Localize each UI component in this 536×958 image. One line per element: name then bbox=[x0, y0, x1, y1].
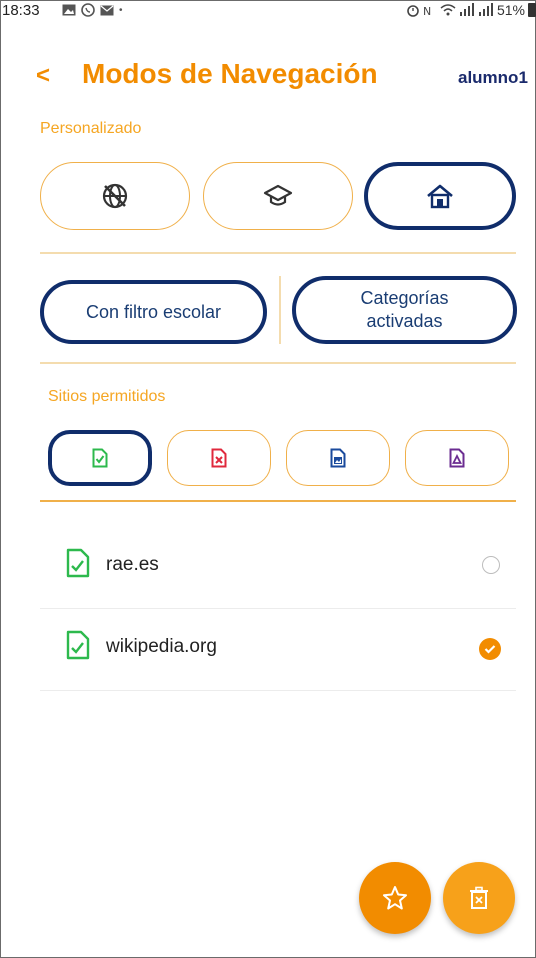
file-check-icon bbox=[92, 448, 108, 468]
mode-button-home[interactable] bbox=[364, 162, 516, 230]
status-bar: 18:33 • N 51% bbox=[0, 0, 536, 32]
signal-icon bbox=[459, 3, 474, 16]
tab-image-files[interactable] bbox=[286, 430, 390, 486]
wifi-icon bbox=[440, 4, 456, 16]
battery-percent: 51% bbox=[496, 2, 525, 18]
divider bbox=[40, 362, 516, 364]
favorite-fab[interactable] bbox=[359, 862, 431, 934]
select-radio-checked[interactable] bbox=[479, 638, 501, 660]
site-name: rae.es bbox=[106, 554, 159, 575]
file-x-icon bbox=[211, 448, 227, 468]
battery-icon bbox=[528, 3, 536, 17]
delete-fab[interactable] bbox=[443, 862, 515, 934]
trash-icon bbox=[470, 886, 488, 909]
categorias-line-2: activadas bbox=[366, 311, 443, 331]
globe-off-icon bbox=[102, 183, 128, 209]
categorias-activadas-label: Categorías activadas bbox=[360, 287, 448, 333]
list-item[interactable]: wikipedia.org bbox=[40, 608, 516, 691]
signal-icon-2 bbox=[478, 3, 493, 16]
check-icon bbox=[484, 645, 496, 654]
divider bbox=[40, 252, 516, 254]
status-time: 18:33 bbox=[2, 2, 40, 19]
home-icon bbox=[427, 184, 453, 209]
tab-allowed-sites[interactable] bbox=[48, 430, 152, 486]
file-check-icon bbox=[66, 548, 90, 578]
categorias-line-1: Categorías bbox=[360, 288, 449, 308]
file-image-icon bbox=[330, 448, 346, 468]
section-label-sitios: Sitios permitidos bbox=[48, 388, 166, 405]
section-label-personalizado: Personalizado bbox=[40, 120, 142, 137]
back-button[interactable]: < bbox=[36, 62, 50, 90]
tab-other-files[interactable] bbox=[405, 430, 509, 486]
alarm-icon bbox=[407, 5, 419, 17]
username-label: alumno1 bbox=[458, 68, 528, 87]
divider bbox=[40, 500, 516, 502]
whatsapp-icon bbox=[81, 3, 95, 17]
gallery-icon bbox=[62, 4, 76, 16]
star-icon bbox=[383, 886, 407, 910]
tab-blocked-sites[interactable] bbox=[167, 430, 271, 486]
mode-button-school[interactable] bbox=[203, 162, 353, 230]
vertical-divider bbox=[279, 276, 281, 344]
file-check-icon bbox=[66, 630, 90, 660]
status-notification-icons: • bbox=[62, 3, 123, 17]
status-right: N 51% bbox=[406, 2, 536, 18]
dot-icon: • bbox=[119, 4, 123, 16]
categorias-activadas-button[interactable]: Categorías activadas bbox=[292, 276, 517, 344]
graduation-cap-icon bbox=[263, 184, 293, 206]
file-purple-icon bbox=[449, 448, 465, 468]
nfc-icon: N bbox=[423, 5, 431, 17]
con-filtro-escolar-label: Con filtro escolar bbox=[85, 301, 222, 322]
site-name: wikipedia.org bbox=[106, 636, 217, 657]
con-filtro-escolar-button[interactable]: Con filtro escolar bbox=[40, 280, 267, 344]
select-radio[interactable] bbox=[482, 556, 500, 574]
mail-icon bbox=[100, 5, 114, 15]
svg-text:N: N bbox=[423, 5, 431, 17]
mode-button-no-internet[interactable] bbox=[40, 162, 190, 230]
page-title: Modos de Navegación bbox=[82, 58, 378, 89]
list-item[interactable]: rae.es bbox=[40, 526, 516, 609]
